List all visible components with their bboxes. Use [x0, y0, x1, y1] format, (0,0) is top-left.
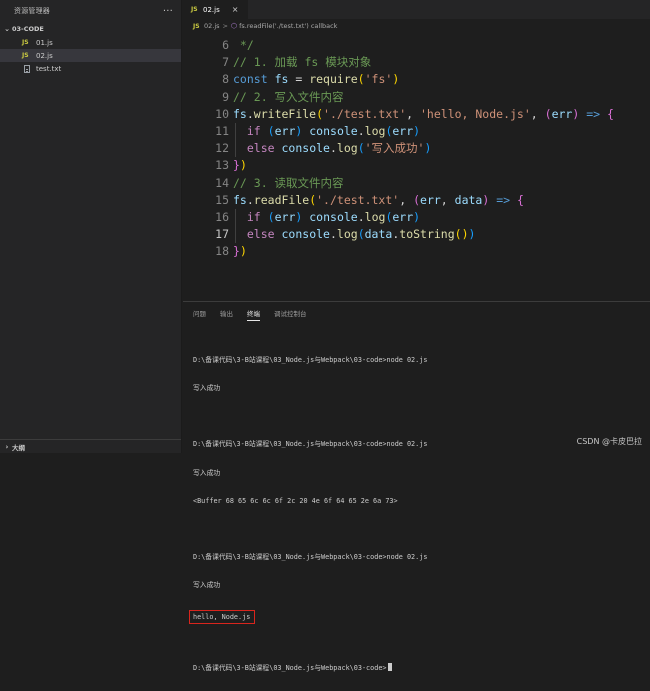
code-line[interactable]: 9 // 2. 写入文件内容	[183, 89, 650, 106]
folder-03-code[interactable]: ⌄ 03-CODE	[0, 22, 181, 36]
code-line[interactable]: 13})	[183, 157, 650, 174]
function-symbol-icon: ⬡	[230, 22, 238, 30]
code-line[interactable]: 8 const fs = require('fs')	[183, 71, 650, 88]
line-number: 18	[215, 244, 229, 259]
code-text: */	[233, 38, 254, 52]
code-text: const fs = require('fs')	[233, 72, 400, 87]
more-actions-icon[interactable]: ···	[163, 6, 173, 17]
code-line[interactable]: 12 else console.log('写入成功')	[183, 140, 650, 157]
terminal-line: <Buffer 68 65 6c 6c 6f 2c 20 4e 6f 64 65…	[193, 496, 398, 505]
terminal-prompt: D:\备课代码\3-B站课程\03_Node.js与Webpack\03-cod…	[193, 663, 650, 672]
code-line[interactable]: 10 fs.writeFile('./test.txt', 'hello, Nod…	[183, 106, 650, 123]
code-text: else console.log(data.toString())	[246, 227, 476, 242]
code-text: // 1. 加载 fs 模块对象	[233, 55, 372, 70]
line-number: 6	[222, 38, 229, 52]
code-text: else console.log('写入成功')	[246, 141, 432, 156]
line-number: 14	[215, 175, 229, 190]
prompt-text: D:\备课代码\3-B站课程\03_Node.js与Webpack\03-cod…	[193, 664, 387, 673]
js-file-icon: JS	[22, 39, 29, 46]
code-text: if (err) console.log(err)	[246, 123, 421, 138]
tab-problems[interactable]: 问题	[193, 302, 206, 324]
code-line[interactable]: 7 // 1. 加载 fs 模块对象	[183, 54, 650, 71]
line-number: 9	[222, 89, 229, 104]
terminal-line: D:\备课代码\3-B站课程\03_Node.js与Webpack\03-cod…	[193, 553, 428, 562]
text-file-icon	[24, 64, 30, 73]
file-name: test.txt	[36, 64, 62, 73]
code-line[interactable]: 18})	[183, 243, 650, 260]
breadcrumb-symbol[interactable]: fs.readFile('./test.txt') callback	[239, 22, 337, 30]
line-number: 8	[222, 72, 229, 87]
tab-output[interactable]: 输出	[220, 302, 233, 324]
line-number: 7	[222, 55, 229, 70]
code-line[interactable]: 16 if (err) console.log(err)	[183, 209, 650, 226]
js-file-icon: JS	[193, 22, 200, 30]
code-editor[interactable]: 6 */7// 1. 加载 fs 模块对象 8 const fs = require…	[183, 33, 650, 260]
code-line[interactable]: 15 fs.readFile('./test.txt', (err, data) …	[183, 192, 650, 209]
breadcrumb: JS 02.js > ⬡ fs.readFile('./test.txt') c…	[183, 19, 650, 33]
line-number: 15	[215, 192, 229, 207]
editor: JS 02.js × JS 02.js > ⬡ fs.readFile('./t…	[183, 0, 650, 301]
bottom-panel: 问题 输出 终端 调试控制台 D:\备课代码\3-B站课程\03_Node.js…	[183, 301, 650, 672]
file-item-01-js[interactable]: JS 01.js	[0, 36, 181, 49]
code-text: // 2. 写入文件内容	[233, 89, 344, 104]
code-text: if (err) console.log(err)	[246, 209, 421, 224]
watermark: CSDN @卡皮巴拉	[576, 437, 642, 446]
code-text: })	[233, 244, 247, 259]
chevron-down-icon: ⌄	[4, 25, 10, 33]
code-line[interactable]: 14 // 3. 读取文件内容	[183, 175, 650, 192]
js-file-icon: JS	[191, 6, 198, 13]
line-number: 17	[215, 227, 229, 242]
tab-02-js[interactable]: JS 02.js ×	[183, 0, 249, 19]
terminal-line: 写入成功	[193, 581, 221, 590]
indent-guide	[235, 209, 236, 244]
code-text: fs.writeFile('./test.txt', 'hello, Node.…	[233, 106, 614, 121]
close-icon[interactable]: ×	[232, 5, 239, 14]
file-name: 01.js	[36, 38, 53, 47]
outline-label: 大纲	[12, 443, 25, 452]
terminal-line: 写入成功	[193, 468, 221, 477]
line-number: 13	[215, 158, 229, 173]
code-line[interactable]: 11 if (err) console.log(err)	[183, 123, 650, 140]
js-file-icon: JS	[22, 52, 29, 59]
line-number: 10	[215, 106, 229, 121]
highlighted-output: hello, Node.js	[189, 609, 256, 624]
code-line[interactable]: 6 */	[183, 37, 650, 54]
outline-section[interactable]: › 大纲	[0, 439, 181, 453]
chevron-right-icon: ›	[5, 442, 9, 451]
editor-tabbar: JS 02.js ×	[183, 0, 650, 19]
code-text: })	[233, 158, 247, 173]
line-number: 11	[215, 123, 229, 138]
tab-debug-console[interactable]: 调试控制台	[274, 302, 307, 324]
folder-name: 03-CODE	[12, 25, 44, 33]
line-number: 16	[215, 209, 229, 224]
panel-tabs: 问题 输出 终端 调试控制台	[183, 302, 650, 324]
terminal-line: D:\备课代码\3-B站课程\03_Node.js与Webpack\03-cod…	[193, 355, 428, 364]
code-text: fs.readFile('./test.txt', (err, data) =>…	[233, 192, 524, 207]
file-item-test-txt[interactable]: test.txt	[0, 62, 181, 75]
terminal[interactable]: D:\备课代码\3-B站课程\03_Node.js与Webpack\03-cod…	[183, 324, 650, 691]
explorer-sidebar: 资源管理器 ··· ⌄ 03-CODE JS 01.js JS 02.js te…	[0, 0, 182, 453]
file-name: 02.js	[36, 51, 53, 60]
terminal-line: 写入成功	[193, 384, 221, 393]
line-number: 12	[215, 141, 229, 156]
code-text: // 3. 读取文件内容	[233, 175, 344, 190]
code-line[interactable]: 17 else console.log(data.toString())	[183, 226, 650, 243]
explorer-title: 资源管理器	[14, 7, 50, 15]
explorer-header: 资源管理器 ···	[0, 0, 181, 22]
tab-label: 02.js	[203, 5, 220, 14]
tab-terminal[interactable]: 终端	[247, 302, 260, 324]
terminal-cursor	[387, 663, 392, 672]
breadcrumb-file[interactable]: 02.js	[204, 22, 220, 30]
indent-guide	[235, 123, 236, 158]
breadcrumb-separator: >	[222, 22, 228, 30]
file-item-02-js[interactable]: JS 02.js	[0, 49, 181, 62]
